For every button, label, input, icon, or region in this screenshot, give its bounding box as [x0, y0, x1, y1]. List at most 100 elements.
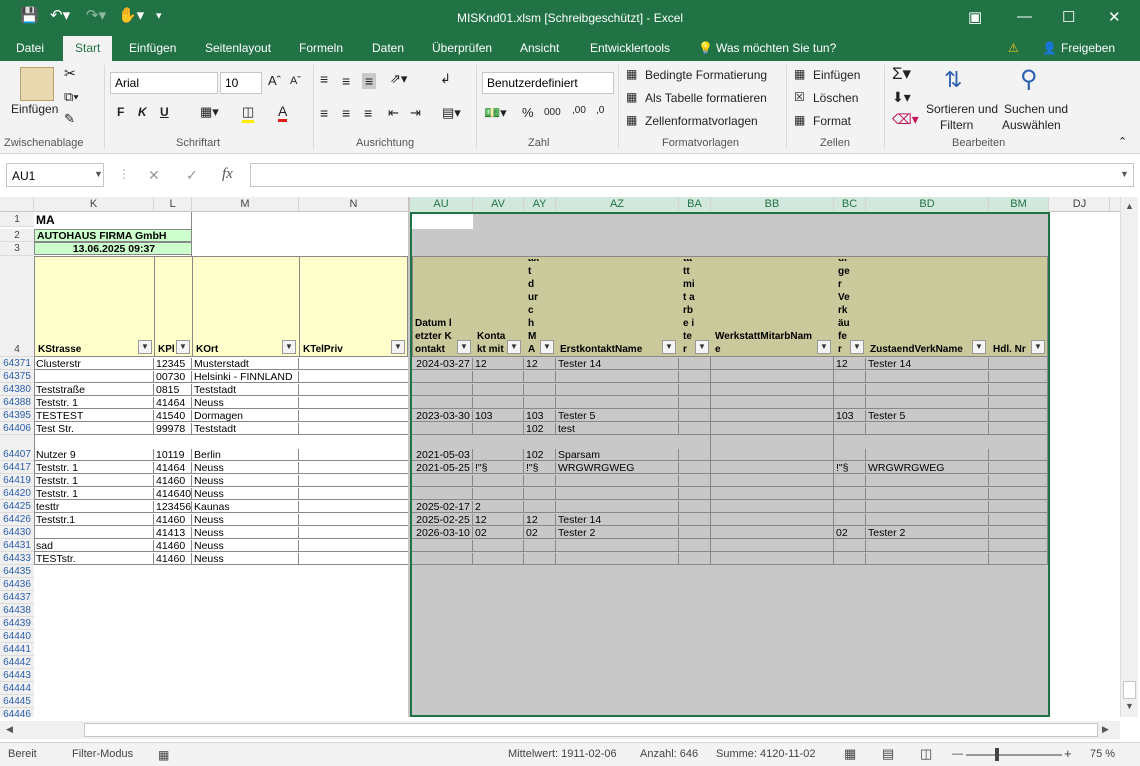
cell-l[interactable]: 41464 [154, 462, 192, 474]
active-cell-au1[interactable] [412, 214, 473, 229]
maximize-icon[interactable]: ☐ [1062, 8, 1075, 26]
cell-bd[interactable] [866, 449, 989, 461]
cell-empty[interactable] [679, 513, 711, 526]
filter-dropdown-ba-icon[interactable]: ▼ [695, 340, 709, 354]
cell-bd[interactable] [866, 423, 989, 435]
cell-empty[interactable] [989, 461, 1048, 474]
cell-l[interactable]: 41540 [154, 410, 192, 422]
cell-bc[interactable]: 12 [834, 358, 866, 370]
cell-bc[interactable]: 02 [834, 527, 866, 539]
cell-au[interactable] [412, 553, 473, 565]
decrease-indent-icon[interactable]: ⇤ [388, 105, 399, 121]
align-right-icon[interactable]: ≡ [364, 105, 372, 121]
cell-empty[interactable] [711, 370, 834, 383]
paste-icon[interactable] [20, 67, 54, 101]
worksheet-grid[interactable]: K L M N AU AV AY AZ BA BB BC BD BM DJ MA… [0, 197, 1120, 717]
insert-cells-button[interactable]: Einfügen [813, 68, 860, 82]
cell-au[interactable]: 2023-03-30 [412, 410, 473, 422]
cell-k[interactable]: testtr [34, 501, 154, 513]
cell-empty[interactable] [989, 435, 1048, 461]
cell-l[interactable]: 123456 [154, 501, 192, 513]
cell-au[interactable] [412, 475, 473, 487]
cell-bd[interactable] [866, 501, 989, 513]
sort-filter-label[interactable]: Sortieren und [926, 102, 998, 116]
filter-dropdown-ay-icon[interactable]: ▼ [540, 340, 554, 354]
tab-ueberpruefen[interactable]: Überprüfen [432, 41, 492, 55]
status-average[interactable]: Mittelwert: 1911-02-06 [508, 748, 617, 760]
cell-bc[interactable] [834, 384, 866, 396]
col-header-az[interactable]: AZ [556, 197, 679, 212]
comma-style-icon[interactable]: 000 [544, 107, 561, 118]
cell-k[interactable]: Test Str. [34, 423, 154, 435]
currency-icon[interactable]: 💵▾ [484, 105, 507, 121]
format-painter-icon[interactable]: ✎ [64, 111, 75, 127]
filter-dropdown-bc-icon[interactable]: ▼ [850, 340, 864, 354]
cell-av[interactable] [473, 553, 524, 565]
cell-empty[interactable] [711, 513, 834, 526]
cell-av[interactable] [473, 449, 524, 461]
cell-az[interactable]: Tester 2 [556, 527, 679, 539]
cell-empty[interactable] [711, 552, 834, 565]
autosum-icon[interactable]: Σ▾ [892, 64, 911, 84]
ribbon-display-icon[interactable]: ▣ [968, 8, 982, 26]
cell-ay[interactable]: 12 [524, 358, 556, 370]
row-header[interactable]: 64437 [0, 591, 34, 604]
cell-l[interactable]: 41460 [154, 540, 192, 552]
cell-bd[interactable]: Tester 5 [866, 410, 989, 422]
row-header[interactable]: 4 [0, 256, 34, 357]
cell-az[interactable]: Tester 5 [556, 410, 679, 422]
cell-m[interactable]: Musterstadt [192, 358, 299, 370]
cell-bd[interactable] [866, 384, 989, 396]
cell-empty[interactable] [989, 357, 1048, 370]
cell-av[interactable] [473, 475, 524, 487]
cell-empty[interactable] [989, 370, 1048, 383]
cell-bc[interactable] [834, 397, 866, 409]
filter-dropdown-l-icon[interactable]: ▼ [176, 340, 190, 354]
cell-empty[interactable] [711, 539, 834, 552]
cell-ay[interactable] [524, 501, 556, 513]
macro-record-icon[interactable]: ▦ [158, 748, 169, 762]
cell-k[interactable]: Clusterstr [34, 358, 154, 370]
row-header[interactable]: 2 [0, 229, 34, 242]
row-header[interactable]: 64426 [0, 513, 34, 526]
align-top-icon[interactable]: ≡ [320, 71, 328, 87]
cell-m[interactable]: Helsinki - FINNLAND [192, 371, 299, 383]
cell-empty[interactable] [679, 526, 711, 539]
filter-dropdown-au-icon[interactable]: ▼ [457, 340, 471, 354]
scroll-up-icon[interactable]: ▲ [1125, 201, 1134, 211]
cell-k[interactable]: TESTstr. [34, 553, 154, 565]
cell-empty[interactable] [679, 500, 711, 513]
cell-av[interactable] [473, 371, 524, 383]
cell-k[interactable]: Teststr.1 [34, 514, 154, 526]
cell-l[interactable]: 414640 [154, 488, 192, 500]
cell-l[interactable]: 41460 [154, 475, 192, 487]
cell-bd[interactable] [866, 540, 989, 552]
tell-me-box[interactable]: Was möchten Sie tun? [716, 41, 836, 55]
cell-k[interactable] [34, 527, 154, 539]
cell-bc[interactable] [834, 514, 866, 526]
cell-ay[interactable] [524, 488, 556, 500]
cell-styles-button[interactable]: Zellenformatvorlagen [645, 114, 758, 128]
row-header[interactable]: 64375 [0, 370, 34, 383]
cell-av[interactable]: !"§ [473, 462, 524, 474]
row-header[interactable]: 64380 [0, 383, 34, 396]
row-header[interactable]: 64425 [0, 500, 34, 513]
tab-daten[interactable]: Daten [372, 41, 404, 55]
cell-m[interactable]: Neuss [192, 527, 299, 539]
cell-az[interactable] [556, 397, 679, 409]
format-cells-icon[interactable]: ▦ [794, 113, 805, 127]
row-header[interactable]: 64445 [0, 695, 34, 708]
filter-dropdown-bb-icon[interactable]: ▼ [817, 340, 831, 354]
cell-bd[interactable] [866, 514, 989, 526]
cell-k[interactable] [34, 371, 154, 383]
cell-empty[interactable] [679, 435, 711, 461]
cell-empty[interactable] [679, 487, 711, 500]
enter-icon[interactable]: ✓ [186, 167, 198, 184]
cell-av[interactable] [473, 397, 524, 409]
cell-au[interactable] [412, 488, 473, 500]
cell-k[interactable]: Teststr. 1 [34, 475, 154, 487]
cell-l[interactable]: 00730 [154, 371, 192, 383]
col-header-bm[interactable]: BM [989, 197, 1049, 212]
delete-cells-button[interactable]: Löschen [813, 91, 858, 105]
cell-bd[interactable]: Tester 2 [866, 527, 989, 539]
